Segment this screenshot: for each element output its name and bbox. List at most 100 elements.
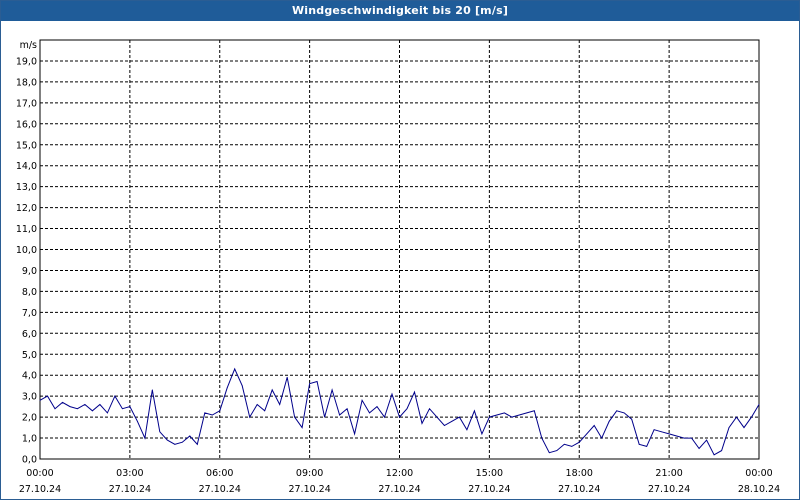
data-point xyxy=(316,381,318,382)
data-point xyxy=(488,416,490,418)
data-point xyxy=(211,414,213,416)
data-point xyxy=(114,395,116,397)
x-tick-time: 03:00 xyxy=(116,468,143,479)
data-point xyxy=(406,408,408,410)
y-tick-label: 12,0 xyxy=(16,203,37,214)
data-point xyxy=(241,385,243,387)
data-point xyxy=(189,435,191,437)
data-point xyxy=(39,399,41,401)
data-point xyxy=(683,437,685,439)
data-point xyxy=(77,408,78,410)
x-tick-time: 00:00 xyxy=(745,468,772,479)
data-point xyxy=(309,383,311,384)
data-point xyxy=(256,404,258,405)
x-tick-date: 27.10.24 xyxy=(558,484,600,495)
data-point xyxy=(391,393,393,395)
data-point xyxy=(144,437,146,439)
data-point xyxy=(631,418,633,420)
data-point xyxy=(436,416,438,418)
x-tick-date: 27.10.24 xyxy=(288,484,330,495)
data-point xyxy=(758,404,760,405)
data-point xyxy=(444,425,445,426)
data-point xyxy=(563,443,565,445)
x-tick-date: 27.10.24 xyxy=(648,484,690,495)
data-point xyxy=(151,389,153,391)
y-axis: 0,0 1,0 2,0 3,0 4,0 5,0 6,0 7,0 8,0 9,0 10,0 11,0 12… xyxy=(16,56,37,465)
data-point xyxy=(84,404,86,405)
data-point xyxy=(608,420,610,422)
y-tick-label: 2,0 xyxy=(22,413,37,424)
data-point xyxy=(99,404,101,405)
data-point xyxy=(47,395,48,397)
data-point xyxy=(399,416,400,418)
data-point xyxy=(586,433,588,435)
data-point xyxy=(466,429,468,431)
y-tick-label: 15,0 xyxy=(16,140,37,151)
data-point xyxy=(706,439,707,441)
data-point xyxy=(481,433,483,435)
data-point xyxy=(384,416,385,418)
data-point xyxy=(556,450,558,452)
x-tick-date: 27.10.24 xyxy=(19,484,61,495)
data-point xyxy=(698,448,700,449)
data-point xyxy=(324,416,326,418)
data-point xyxy=(414,391,415,393)
data-point xyxy=(533,410,535,412)
y-tick-label: 11,0 xyxy=(16,224,37,235)
data-point xyxy=(346,408,348,410)
data-point xyxy=(301,427,303,428)
data-point xyxy=(751,416,752,418)
data-point xyxy=(661,431,663,433)
wind-speed-chart: 0,0 1,0 2,0 3,0 4,0 5,0 6,0 7,0 8,0 9,0 10,0 11,0 12… xyxy=(16,39,780,495)
data-point xyxy=(354,433,355,435)
data-point xyxy=(54,408,56,410)
y-tick-label: 10,0 xyxy=(16,245,37,256)
data-point xyxy=(578,441,580,443)
y-tick-label: 8,0 xyxy=(22,287,37,298)
data-point xyxy=(473,410,475,412)
data-point xyxy=(166,439,168,441)
data-point xyxy=(638,443,640,445)
y-tick-label: 7,0 xyxy=(22,308,37,319)
data-point xyxy=(459,416,460,418)
data-point xyxy=(668,433,670,435)
y-axis-label: m/s xyxy=(20,40,37,51)
data-point xyxy=(376,406,378,408)
y-tick-label: 5,0 xyxy=(22,350,37,361)
y-tick-label: 19,0 xyxy=(16,56,37,67)
x-tick-date: 27.10.24 xyxy=(199,484,241,495)
x-tick-time: 06:00 xyxy=(206,468,233,479)
y-tick-label: 9,0 xyxy=(22,266,37,277)
y-tick-label: 16,0 xyxy=(16,119,37,130)
x-tick-time: 00:00 xyxy=(26,468,53,479)
data-point xyxy=(249,416,251,418)
data-point xyxy=(121,408,123,410)
x-tick-time: 09:00 xyxy=(296,468,323,479)
data-point xyxy=(69,406,71,408)
data-point xyxy=(623,412,625,414)
x-tick-time: 21:00 xyxy=(655,468,682,479)
data-point xyxy=(286,376,288,378)
data-point xyxy=(646,446,648,447)
data-point xyxy=(174,443,176,445)
data-point xyxy=(571,446,573,447)
data-point xyxy=(331,389,333,391)
data-point xyxy=(451,420,453,422)
x-tick-time: 18:00 xyxy=(566,468,593,479)
data-point xyxy=(616,410,618,412)
y-tick-label: 14,0 xyxy=(16,161,37,172)
y-tick-label: 17,0 xyxy=(16,98,37,109)
y-tick-label: 3,0 xyxy=(22,392,37,403)
y-tick-label: 13,0 xyxy=(16,182,37,193)
data-point xyxy=(264,410,266,412)
data-point xyxy=(601,437,603,439)
x-tick-date: 27.10.24 xyxy=(468,484,510,495)
data-point xyxy=(593,425,595,426)
x-tick-time: 12:00 xyxy=(386,468,413,479)
data-point xyxy=(496,414,498,416)
x-tick-time: 15:00 xyxy=(476,468,503,479)
data-point xyxy=(196,443,198,445)
data-point xyxy=(429,408,430,410)
data-point xyxy=(361,399,363,401)
data-point xyxy=(526,412,528,414)
